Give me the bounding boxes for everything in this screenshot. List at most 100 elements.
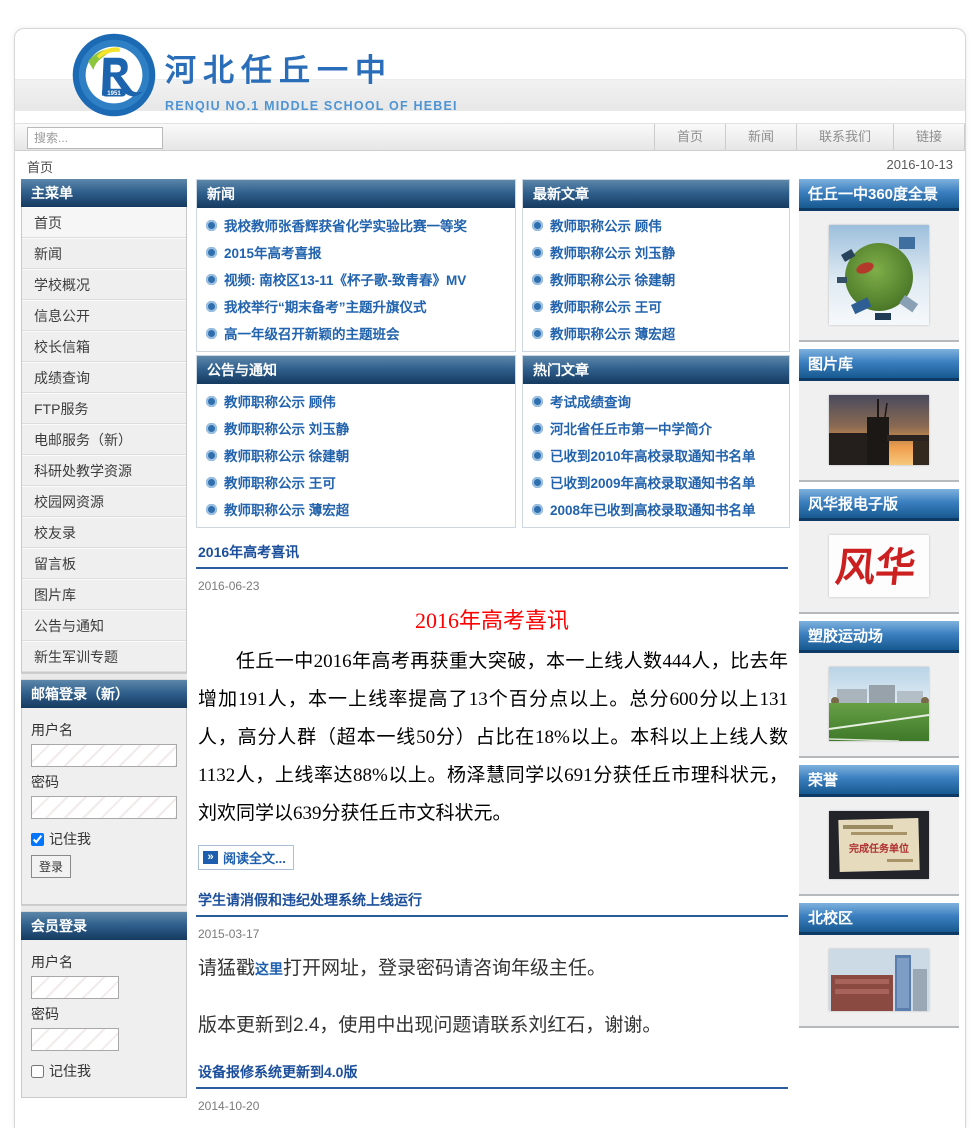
left-sidebar: 主菜单 首页 新闻 学校概况 信息公开 校长信箱 成绩查询 FTP服务 电邮服务… [21,179,187,1119]
bullet-icon [206,422,217,434]
sidebar-item-alumni[interactable]: 校友录 [22,517,186,548]
gallery-header: 图片库 [799,349,959,381]
sidebar-item-home[interactable]: 首页 [22,207,186,238]
latest-link[interactable]: 教师职称公示 徐建朝 [523,265,789,292]
sidebar-item-message-board[interactable]: 留言板 [22,548,186,579]
sidebar-item-campus-network[interactable]: 校园网资源 [22,486,186,517]
sidebar-item-email-service[interactable]: 电邮服务（新） [22,424,186,455]
north-campus-section: 北校区 [799,903,959,1028]
hot-link[interactable]: 2008年已收到高校录取通知书名单 [523,495,789,522]
hot-link[interactable]: 已收到2010年高校录取通知书名单 [523,441,789,468]
panorama-thumbnail[interactable] [829,225,929,325]
breadcrumb-current[interactable]: 首页 [27,157,53,175]
news-link[interactable]: 我校教师张香辉获省化学实验比赛一等奖 [197,211,515,238]
article1-title[interactable]: 2016年高考喜讯 [196,536,788,569]
site-title-block: 河北任丘一中 RENQIU NO.1 MIDDLE SCHOOL OF HEBE… [165,45,458,113]
bullet-icon [206,273,217,285]
hot-link[interactable]: 已收到2009年高校录取通知书名单 [523,468,789,495]
sidebar-item-school-overview[interactable]: 学校概况 [22,269,186,300]
bullet-icon [206,449,217,461]
here-link[interactable]: 这里 [255,961,283,977]
latest-link[interactable]: 教师职称公示 刘玉静 [523,238,789,265]
bullet-icon [532,395,543,407]
search-input[interactable] [27,127,163,149]
notice-link[interactable]: 教师职称公示 顾伟 [197,387,515,414]
article2-paragraph2: 版本更新到2.4，使用中出现问题请联系刘红石，谢谢。 [198,1015,662,1037]
read-more-button[interactable]: » 阅读全文... [198,845,294,870]
honors-thumbnail[interactable]: 完成任务单位 [829,811,929,879]
bullet-icon [532,273,543,285]
member-login-form: 用户名 密码 记住我 [21,940,187,1098]
sidebar-item-principal-mailbox[interactable]: 校长信箱 [22,331,186,362]
news-panel-header: 新闻 [197,180,515,208]
breadcrumb: 首页 2016-10-13 [15,151,965,177]
sidebar-item-news[interactable]: 新闻 [22,238,186,269]
article2-title[interactable]: 学生请消假和违纪处理系统上线运行 [196,884,788,917]
mail-password-field[interactable] [31,796,177,819]
news-link[interactable]: 2015年高考喜报 [197,238,515,265]
sidebar-item-teaching-resources[interactable]: 科研处教学资源 [22,455,186,486]
honors-header: 荣誉 [799,765,959,797]
sidebar-item-military-training[interactable]: 新生军训专题 [22,641,186,672]
sports-field-header: 塑胶运动场 [799,621,959,653]
topnav-item-news[interactable]: 新闻 [724,124,796,150]
fenghua-calligraphy: 风华 [833,545,918,590]
right-sidebar: 任丘一中360度全景 图片库 风华报电子版 风华 塑胶运动场 荣誉 完成任务单位… [799,179,959,1119]
article2-date: 2015-03-17 [198,927,260,941]
plaque-text: 完成任务单位 [849,842,909,855]
article2-paragraph1: 请猛戳这里打开网址，登录密码请咨询年级主任。 [198,958,607,979]
notice-link[interactable]: 教师职称公示 徐建朝 [197,441,515,468]
bullet-icon [532,246,543,258]
mail-remember-checkbox[interactable] [31,832,44,846]
sports-field-thumbnail[interactable] [829,667,929,741]
bullet-icon [532,219,543,231]
latest-link[interactable]: 教师职称公示 王可 [523,292,789,319]
panorama-header: 任丘一中360度全景 [799,179,959,211]
sidebar-item-ftp[interactable]: FTP服务 [22,393,186,424]
latest-link[interactable]: 教师职称公示 薄宏超 [523,319,789,346]
hot-panel-header: 热门文章 [523,356,789,384]
member-username-field[interactable] [31,976,119,999]
sidebar-item-notices[interactable]: 公告与通知 [22,610,186,641]
news-link[interactable]: 高一年级召开新颖的主题班会 [197,319,515,346]
news-link[interactable]: 我校举行“期末备考”主题升旗仪式 [197,292,515,319]
sidebar-item-gallery[interactable]: 图片库 [22,579,186,610]
latest-articles-panel: 最新文章 教师职称公示 顾伟 教师职称公示 刘玉静 教师职称公示 徐建朝 教师职… [522,179,790,352]
north-campus-header: 北校区 [799,903,959,935]
fenghua-thumbnail[interactable]: 风华 [829,535,929,597]
article-list: 2016年高考喜讯 2016-06-23 2016年高考喜讯 任丘一中2016年… [196,536,790,1113]
logo-year: 1951 [107,91,121,97]
north-campus-thumbnail[interactable] [829,949,929,1011]
topnav-item-links[interactable]: 链接 [892,124,965,150]
notice-link[interactable]: 教师职称公示 刘玉静 [197,414,515,441]
notice-link[interactable]: 教师职称公示 薄宏超 [197,495,515,522]
bullet-icon [532,300,543,312]
news-panel: 新闻 我校教师张香辉获省化学实验比赛一等奖 2015年高考喜报 视频: 南校区1… [196,179,516,352]
site-header: 1951 河北任丘一中 RENQIU NO.1 MIDDLE SCHOOL OF… [15,29,965,123]
hot-link[interactable]: 河北省任丘市第一中学简介 [523,414,789,441]
member-login-header: 会员登录 [21,912,187,940]
bullet-icon [532,476,543,488]
member-password-field[interactable] [31,1028,119,1051]
hot-link[interactable]: 考试成绩查询 [523,387,789,414]
main-column: 新闻 我校教师张香辉获省化学实验比赛一等奖 2015年高考喜报 视频: 南校区1… [196,179,790,1119]
article3-title[interactable]: 设备报修系统更新到4.0版 [196,1056,788,1089]
sidebar-item-score-query[interactable]: 成绩查询 [22,362,186,393]
honors-section: 荣誉 完成任务单位 [799,765,959,896]
sidebar-item-info-disclosure[interactable]: 信息公开 [22,300,186,331]
topnav-item-contact[interactable]: 联系我们 [795,124,893,150]
mail-username-field[interactable] [31,744,177,767]
fenghua-paper-section: 风华报电子版 风华 [799,489,959,614]
sports-field-section: 塑胶运动场 [799,621,959,758]
member-remember-checkbox[interactable] [31,1064,44,1078]
mail-username-label: 用户名 [31,722,73,738]
mail-login-button[interactable]: 登录 [31,855,72,878]
article1-red-heading: 2016年高考喜讯 [414,608,569,633]
latest-link[interactable]: 教师职称公示 顾伟 [523,211,789,238]
article1-date: 2016-06-23 [198,579,260,593]
topnav-item-home[interactable]: 首页 [653,124,725,150]
news-link[interactable]: 视频: 南校区13-11《杯子歌-致青春》MV [197,265,515,292]
notice-link[interactable]: 教师职称公示 王可 [197,468,515,495]
page-date: 2016-10-13 [886,157,954,172]
gallery-thumbnail[interactable] [829,395,929,465]
